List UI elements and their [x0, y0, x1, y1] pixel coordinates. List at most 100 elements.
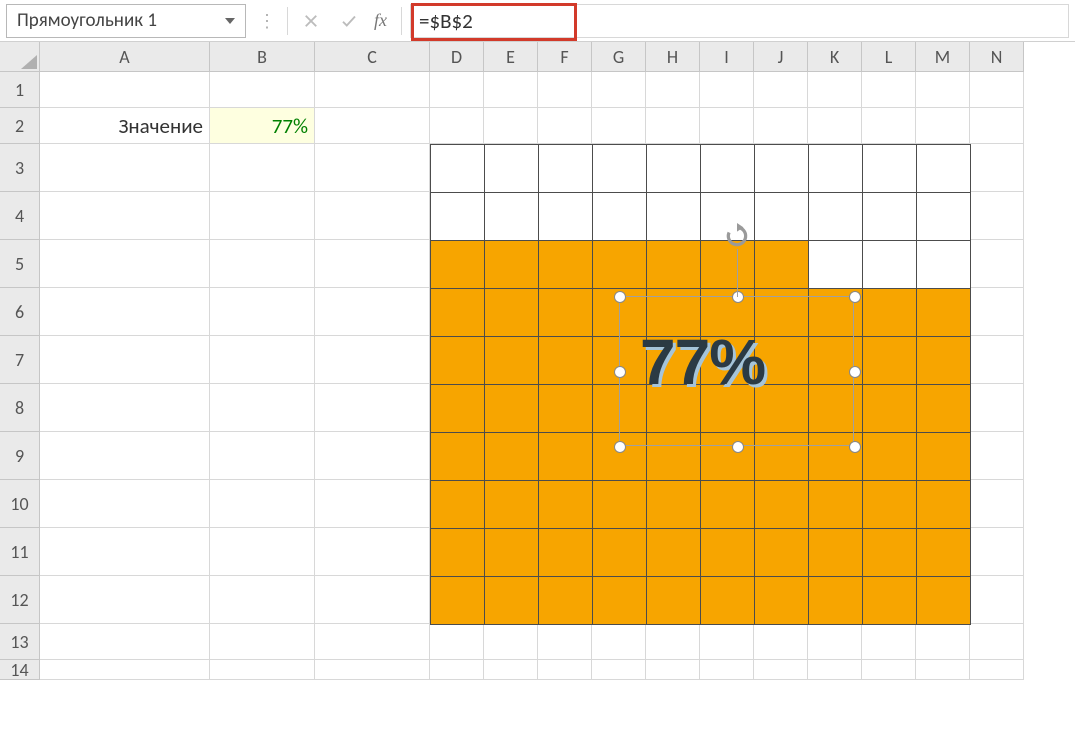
cell[interactable]	[40, 480, 210, 528]
cell[interactable]	[646, 108, 700, 144]
cell[interactable]	[700, 660, 754, 680]
cell[interactable]	[970, 108, 1024, 144]
resize-handle[interactable]	[849, 291, 861, 303]
cell[interactable]	[315, 528, 430, 576]
cell[interactable]	[808, 660, 862, 680]
column-header[interactable]: D	[430, 42, 484, 72]
spreadsheet[interactable]: ABCDEFGHIJKLMN 12Значение77%345678910111…	[0, 42, 1075, 680]
cell[interactable]	[210, 192, 315, 240]
fx-label[interactable]: fx	[372, 10, 393, 31]
cell[interactable]	[808, 72, 862, 108]
resize-handle[interactable]	[849, 441, 861, 453]
cell[interactable]	[862, 72, 916, 108]
cell[interactable]	[646, 72, 700, 108]
cell[interactable]	[916, 108, 970, 144]
cell[interactable]	[40, 660, 210, 680]
cell[interactable]	[315, 192, 430, 240]
cell[interactable]	[970, 336, 1024, 384]
cell[interactable]	[538, 624, 592, 660]
cell[interactable]	[916, 72, 970, 108]
column-header[interactable]: H	[646, 42, 700, 72]
selected-shape[interactable]: 77%	[619, 296, 854, 446]
cell[interactable]: Значение	[40, 108, 210, 144]
column-header[interactable]: J	[754, 42, 808, 72]
column-header[interactable]: L	[862, 42, 916, 72]
cell[interactable]	[40, 384, 210, 432]
resize-handle[interactable]	[732, 441, 744, 453]
cell[interactable]	[315, 288, 430, 336]
row-header[interactable]: 11	[0, 528, 40, 576]
name-box[interactable]: Прямоугольник 1	[6, 4, 246, 38]
cell[interactable]	[970, 384, 1024, 432]
cell[interactable]	[970, 144, 1024, 192]
cell[interactable]	[754, 660, 808, 680]
column-header[interactable]: A	[40, 42, 210, 72]
cell[interactable]	[538, 108, 592, 144]
cell[interactable]	[210, 72, 315, 108]
cell[interactable]	[40, 240, 210, 288]
column-header[interactable]: E	[484, 42, 538, 72]
row-header[interactable]: 9	[0, 432, 40, 480]
cell[interactable]	[916, 624, 970, 660]
cell[interactable]: 77%	[210, 108, 315, 144]
row-header[interactable]: 12	[0, 576, 40, 624]
cell[interactable]	[970, 528, 1024, 576]
cell[interactable]	[210, 144, 315, 192]
cell[interactable]	[430, 72, 484, 108]
column-header[interactable]: N	[970, 42, 1024, 72]
cell[interactable]	[210, 576, 315, 624]
cell[interactable]	[484, 108, 538, 144]
cell[interactable]	[40, 576, 210, 624]
cell[interactable]	[40, 336, 210, 384]
cell[interactable]	[970, 480, 1024, 528]
cell[interactable]	[484, 660, 538, 680]
cell[interactable]	[40, 72, 210, 108]
enter-button[interactable]	[334, 6, 364, 36]
cell[interactable]	[484, 72, 538, 108]
cell[interactable]	[484, 624, 538, 660]
column-header[interactable]: K	[808, 42, 862, 72]
row-header[interactable]: 5	[0, 240, 40, 288]
cell[interactable]	[315, 624, 430, 660]
cell[interactable]	[40, 144, 210, 192]
column-header[interactable]: B	[210, 42, 315, 72]
row-header[interactable]: 3	[0, 144, 40, 192]
cell[interactable]	[862, 108, 916, 144]
cell[interactable]	[970, 576, 1024, 624]
column-header[interactable]: M	[916, 42, 970, 72]
cell[interactable]	[700, 72, 754, 108]
cell[interactable]	[646, 624, 700, 660]
cell[interactable]	[315, 576, 430, 624]
column-header[interactable]: F	[538, 42, 592, 72]
resize-handle[interactable]	[732, 291, 744, 303]
cell[interactable]	[315, 72, 430, 108]
cell[interactable]	[592, 108, 646, 144]
cell[interactable]	[970, 72, 1024, 108]
cell[interactable]	[592, 72, 646, 108]
cell[interactable]	[970, 192, 1024, 240]
cell[interactable]	[538, 72, 592, 108]
row-header[interactable]: 2	[0, 108, 40, 144]
cell[interactable]	[970, 624, 1024, 660]
row-header[interactable]: 1	[0, 72, 40, 108]
cell[interactable]	[538, 660, 592, 680]
resize-handle[interactable]	[614, 366, 626, 378]
cell[interactable]	[210, 240, 315, 288]
cell[interactable]	[315, 240, 430, 288]
cell[interactable]	[40, 288, 210, 336]
cell[interactable]	[40, 528, 210, 576]
select-all-corner[interactable]	[0, 42, 40, 72]
cell[interactable]	[700, 624, 754, 660]
cell[interactable]	[592, 624, 646, 660]
formula-input[interactable]: =$B$2	[410, 4, 1069, 38]
resize-handle[interactable]	[614, 441, 626, 453]
cell[interactable]	[808, 624, 862, 660]
cell[interactable]	[808, 108, 862, 144]
row-header[interactable]: 4	[0, 192, 40, 240]
cell[interactable]	[862, 624, 916, 660]
resize-handle[interactable]	[614, 291, 626, 303]
row-header[interactable]: 7	[0, 336, 40, 384]
cell[interactable]	[970, 660, 1024, 680]
cell[interactable]	[700, 108, 754, 144]
cell[interactable]	[754, 108, 808, 144]
